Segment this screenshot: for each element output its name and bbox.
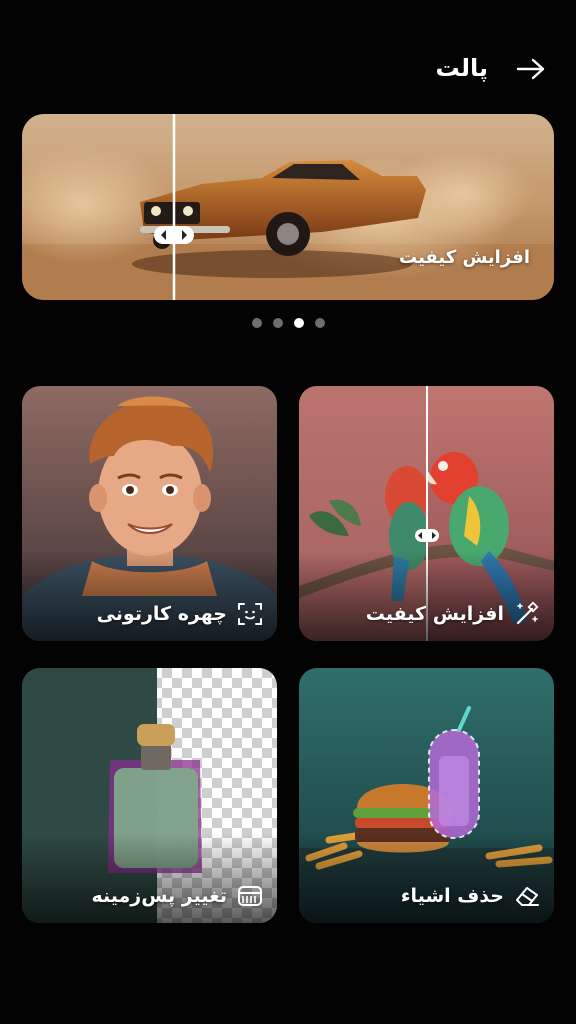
card-label: تغییر پس‌زمینه <box>91 885 227 907</box>
card-label: افزایش کیفیت <box>365 603 504 625</box>
header: پالت <box>0 50 576 90</box>
carousel-pagination <box>0 318 576 328</box>
card-change-background[interactable]: تغییر پس‌زمینه <box>22 668 277 923</box>
carousel-dot[interactable] <box>251 318 262 328</box>
card-remove-objects[interactable]: حذف اشیاء <box>299 668 554 923</box>
hero-image <box>22 114 554 300</box>
card-caption: حذف اشیاء <box>401 883 540 909</box>
face-scan-icon <box>237 601 263 627</box>
magic-wand-icon <box>514 601 540 627</box>
card-shade <box>22 833 277 923</box>
carousel-dot[interactable] <box>314 318 325 328</box>
card-shade <box>299 551 554 641</box>
card-caption: تغییر پس‌زمینه <box>91 883 263 909</box>
card-label: حذف اشیاء <box>400 885 504 907</box>
hero-label: افزایش کیفیت <box>399 247 530 268</box>
card-quality-enhance[interactable]: افزایش کیفیت <box>299 386 554 641</box>
eraser-icon <box>514 883 540 909</box>
hero-banner[interactable]: افزایش کیفیت <box>22 114 554 300</box>
card-caption: افزایش کیفیت <box>366 601 540 627</box>
card-shade <box>299 833 554 923</box>
carousel-dot[interactable] <box>272 318 283 328</box>
arrow-right-icon <box>516 58 545 80</box>
compare-handle-icon[interactable] <box>153 225 195 245</box>
back-button[interactable] <box>514 56 548 82</box>
card-cartoon-face[interactable]: چهره کارتونی <box>22 386 277 641</box>
carousel-dot-active[interactable] <box>293 318 304 328</box>
background-replace-icon <box>237 883 263 909</box>
card-shade <box>22 551 277 641</box>
page-title: پالت <box>435 54 488 82</box>
card-label: چهره کارتونی <box>96 603 227 625</box>
card-caption: چهره کارتونی <box>97 601 263 627</box>
